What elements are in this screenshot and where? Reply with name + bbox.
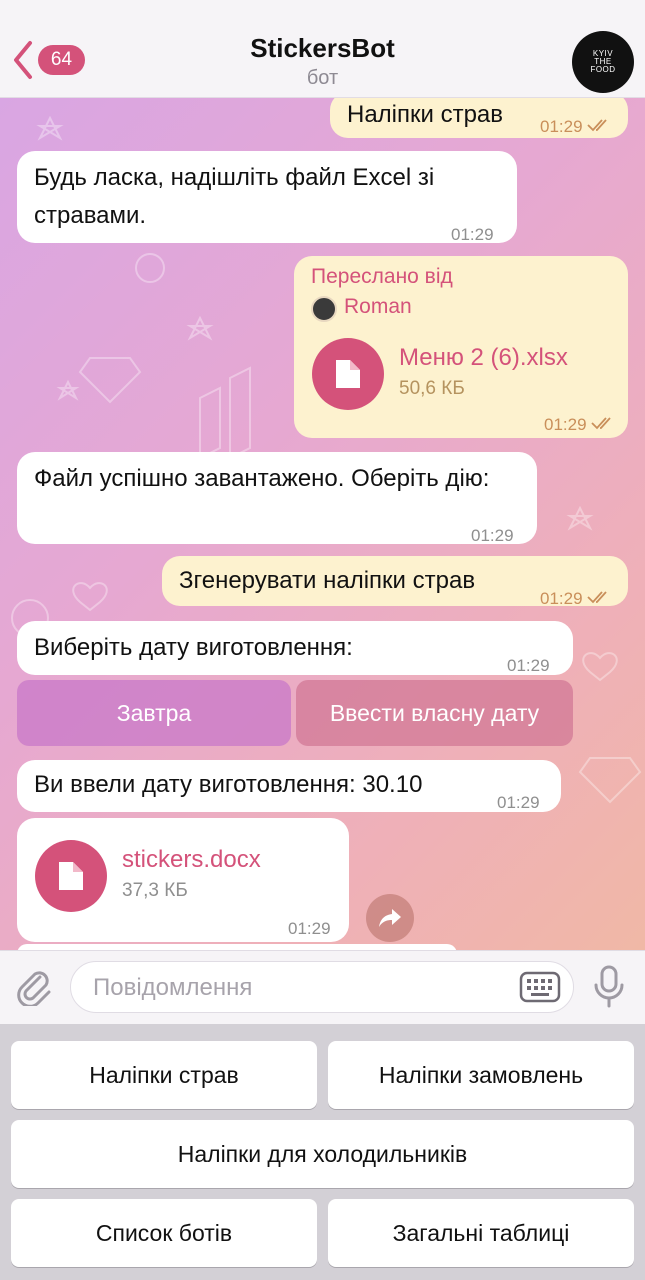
forwarded-label: Переслано від — [311, 265, 453, 288]
message-text: Виберіть дату виготовлення: — [34, 634, 353, 661]
keyboard-button-order-stickers[interactable]: Наліпки замовлень — [328, 1041, 634, 1109]
message-time: 01:29 — [540, 580, 611, 618]
keyboard-icon[interactable] — [519, 971, 561, 1003]
inline-button-custom-date[interactable]: Ввести власну дату — [296, 680, 573, 746]
chat-header: 64 StickersBot бот KYIV THE FOOD — [0, 0, 645, 98]
keyboard-button-bot-list[interactable]: Список ботів — [11, 1199, 317, 1267]
keyboard-button-general-tables[interactable]: Загальні таблиці — [328, 1199, 634, 1267]
double-check-icon — [590, 417, 611, 430]
paperclip-icon[interactable] — [16, 968, 52, 1006]
forwarded-avatar[interactable] — [311, 296, 337, 322]
message-outgoing-forwarded-file[interactable]: Переслано від Roman Меню 2 (6).xlsx 50,6… — [294, 256, 628, 438]
forwarded-from-name[interactable]: Roman — [344, 292, 412, 322]
keyboard-button-fridge-stickers[interactable]: Наліпки для холодильників — [11, 1120, 634, 1188]
message-input-bar — [0, 950, 645, 1024]
message-time: 01:29 — [540, 108, 611, 146]
double-check-icon — [586, 591, 607, 604]
chat-subtitle: бот — [306, 67, 339, 89]
message-time: 01:29 — [544, 406, 615, 444]
file-name[interactable]: stickers.docx — [122, 844, 261, 876]
reply-keyboard: Наліпки страв Наліпки замовлень Наліпки … — [0, 1024, 645, 1280]
message-time: 01:29 — [288, 919, 331, 938]
message-text: Наліпки страв — [347, 101, 504, 128]
message-incoming[interactable]: Ви ввели дату виготовлення: 30.10 01:29 — [17, 760, 561, 812]
message-time: 01:29 — [451, 225, 494, 244]
chat-title[interactable]: StickersBot — [0, 33, 645, 64]
bot-avatar[interactable]: KYIV THE FOOD — [572, 31, 634, 93]
message-time: 01:29 — [497, 793, 540, 812]
message-incoming[interactable]: Виберіть дату виготовлення: 01:29 — [17, 621, 573, 675]
message-outgoing[interactable]: Наліпки страв 01:29 — [330, 98, 628, 138]
message-text: Ви ввели дату виготовлення: 30.10 — [34, 771, 423, 798]
double-check-icon — [586, 119, 607, 132]
file-name[interactable]: Меню 2 (6).xlsx — [399, 342, 568, 374]
share-button[interactable] — [366, 894, 414, 942]
file-icon[interactable] — [312, 338, 384, 410]
file-size: 50,6 КБ — [399, 378, 465, 399]
message-text: Файл успішно завантажено. Оберіть дію: — [34, 465, 490, 492]
message-text: Згенерувати наліпки страв — [179, 567, 476, 594]
message-field[interactable] — [70, 961, 574, 1013]
share-arrow-icon — [379, 909, 401, 927]
message-input[interactable] — [93, 974, 513, 1002]
inline-button-tomorrow[interactable]: Завтра — [17, 680, 291, 746]
message-outgoing[interactable]: Згенерувати наліпки страв 01:29 — [162, 556, 628, 608]
message-text: Будь ласка, надішліть файл Excel зі стра… — [34, 164, 435, 229]
avatar-text-line: FOOD — [590, 65, 616, 74]
microphone-icon[interactable] — [592, 965, 626, 1009]
file-icon[interactable] — [35, 840, 107, 912]
message-incoming-file[interactable]: stickers.docx 37,3 КБ 01:29 — [17, 818, 349, 942]
chat-area[interactable]: Наліпки страв 01:29 Будь ласка, надішліт… — [0, 98, 645, 950]
message-incoming[interactable]: Файл успішно завантажено. Оберіть дію: 0… — [17, 452, 537, 545]
message-incoming[interactable]: Будь ласка, надішліть файл Excel зі стра… — [17, 151, 517, 244]
file-size: 37,3 КБ — [122, 880, 188, 901]
message-time: 01:29 — [471, 526, 514, 545]
keyboard-button-dish-stickers[interactable]: Наліпки страв — [11, 1041, 317, 1109]
